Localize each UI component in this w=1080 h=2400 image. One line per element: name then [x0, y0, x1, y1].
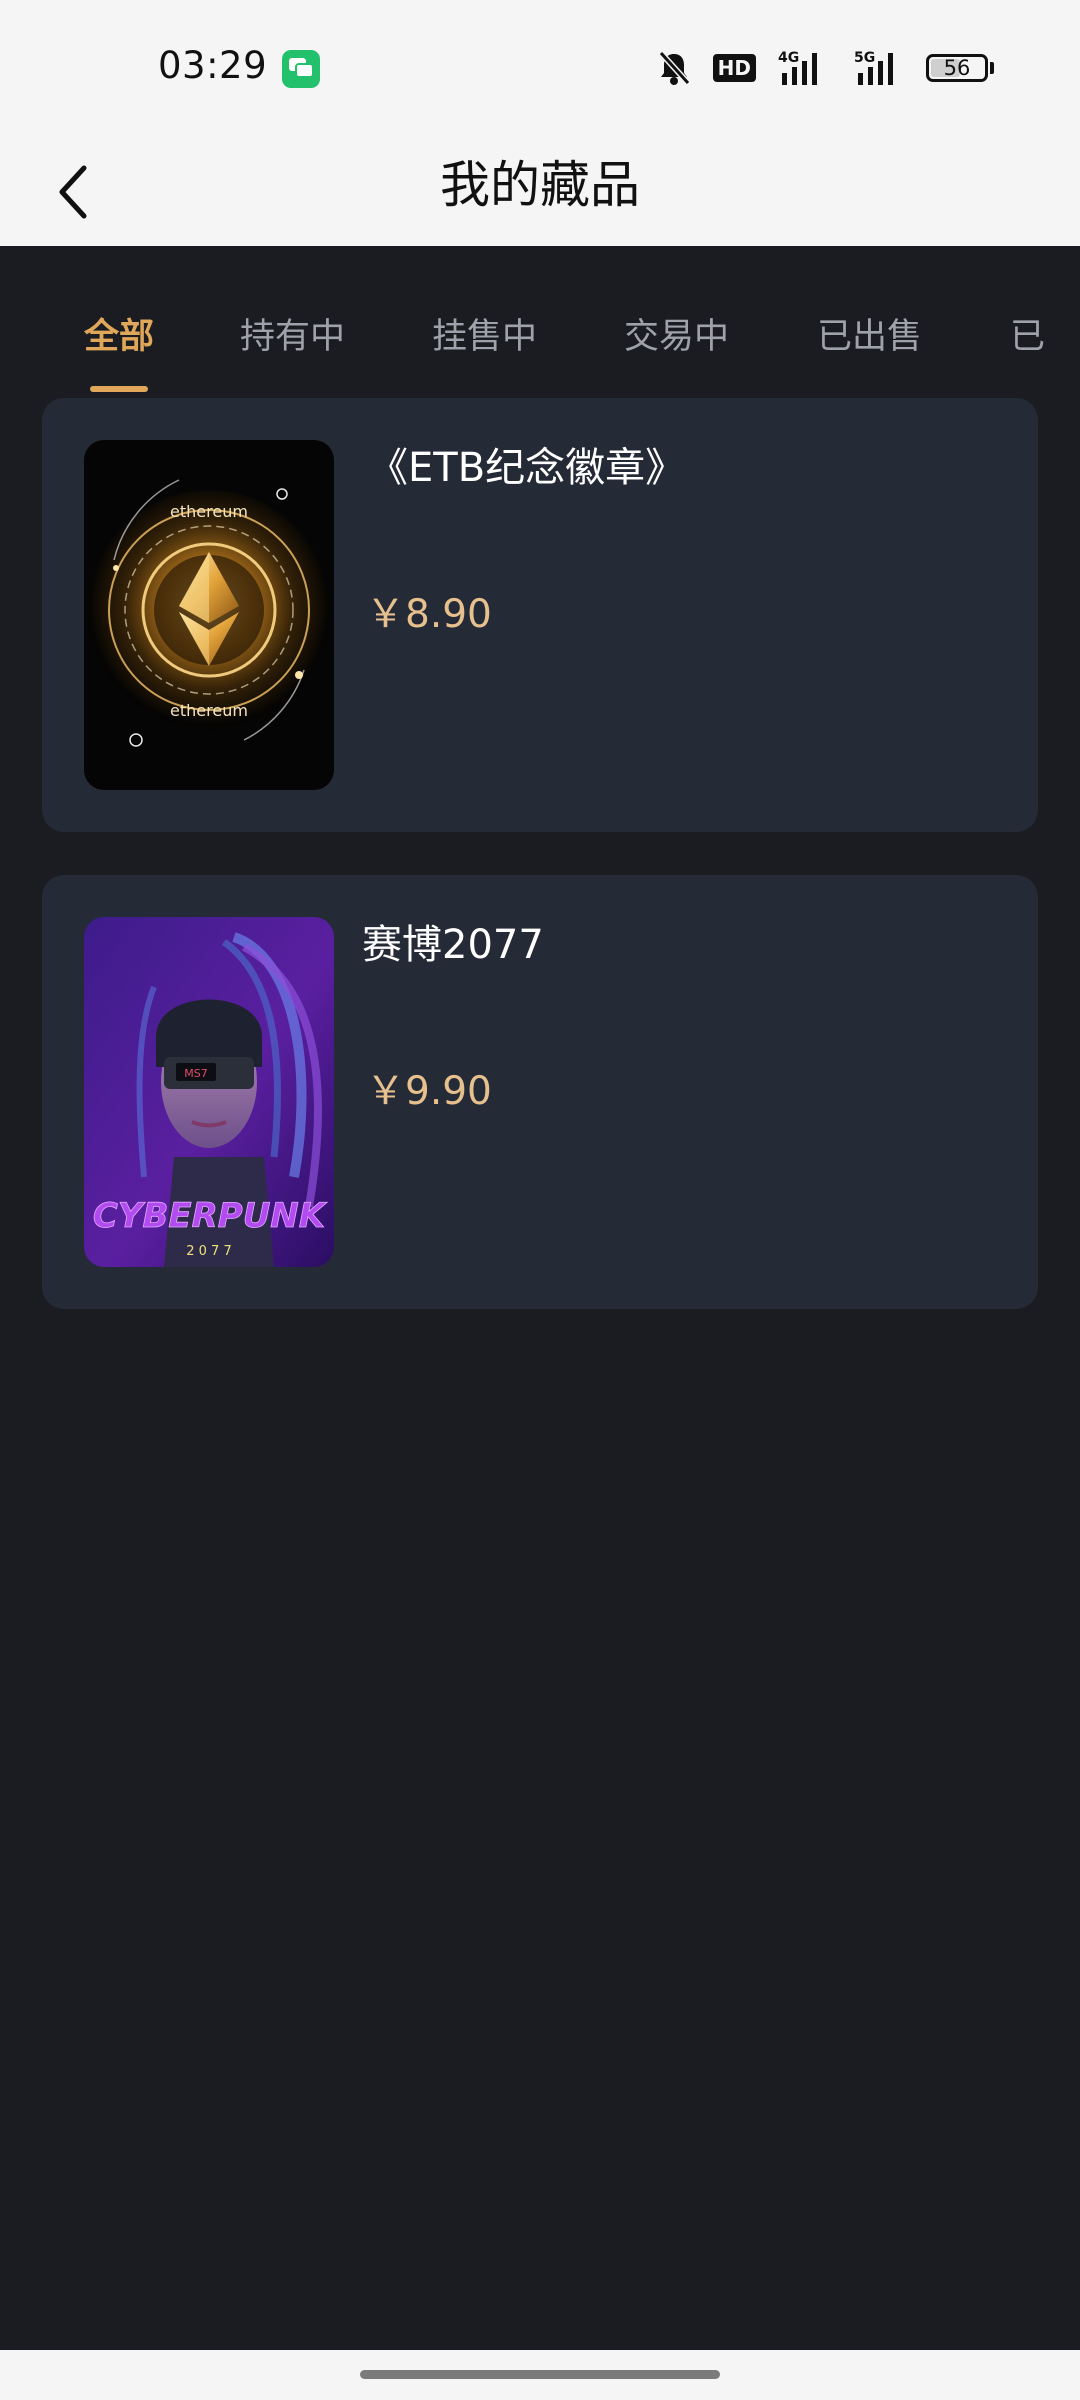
gesture-nav-area: [0, 2350, 1080, 2400]
status-icons: HD 4G 5G 56: [657, 48, 994, 88]
collection-card[interactable]: ethereum ethereum 《ETB纪念徽章》 ￥8.90: [42, 398, 1038, 832]
tab-sold[interactable]: 已出售: [817, 308, 922, 359]
tab-active-indicator: [90, 386, 148, 392]
item-price: ￥9.90: [366, 1069, 492, 1114]
image-text-top: ethereum: [170, 502, 248, 521]
collection-card[interactable]: MS7 CYBERPUNK 2 0 7 7 赛博2077 ￥9.90: [42, 875, 1038, 1309]
network-5g-label: 5G: [854, 50, 875, 66]
item-price: ￥8.90: [366, 592, 492, 637]
tab-all[interactable]: 全部: [84, 308, 154, 359]
image-text-logo: CYBERPUNK: [93, 1196, 328, 1236]
battery-tip: [990, 62, 994, 74]
signal-5g-icon: 5G: [850, 49, 904, 87]
bell-muted-icon: [657, 50, 691, 86]
status-time: 03:29: [158, 44, 268, 87]
tab-bar: 全部 持有中 挂售中 交易中 已出售 已: [0, 246, 1080, 396]
hd-icon: HD: [712, 54, 756, 82]
ethereum-badge-image: ethereum ethereum: [84, 440, 334, 790]
signal-4g-icon: 4G: [778, 49, 828, 87]
battery-icon: 56: [926, 54, 988, 82]
item-name: 《ETB纪念徽章》: [368, 445, 686, 491]
page-title: 我的藏品: [440, 156, 640, 214]
image-text-bottom: ethereum: [170, 701, 248, 720]
tab-trading[interactable]: 交易中: [624, 308, 729, 359]
home-indicator[interactable]: [360, 2370, 720, 2379]
tab-holding[interactable]: 持有中: [240, 308, 345, 359]
chat-app-icon: [282, 50, 320, 88]
network-4g-label: 4G: [778, 50, 799, 66]
image-text-visor: MS7: [184, 1067, 207, 1080]
tab-listing[interactable]: 挂售中: [432, 308, 537, 359]
tab-more[interactable]: 已: [1010, 308, 1045, 359]
status-bar: 03:29 HD 4G 5G 56: [0, 0, 1080, 136]
item-name: 赛博2077: [362, 922, 544, 968]
image-text-year: 2 0 7 7: [186, 1244, 231, 1259]
battery-level: 56: [943, 56, 971, 80]
title-bar: 我的藏品: [0, 136, 1080, 246]
cyberpunk-girl-image: MS7 CYBERPUNK 2 0 7 7: [84, 917, 334, 1267]
